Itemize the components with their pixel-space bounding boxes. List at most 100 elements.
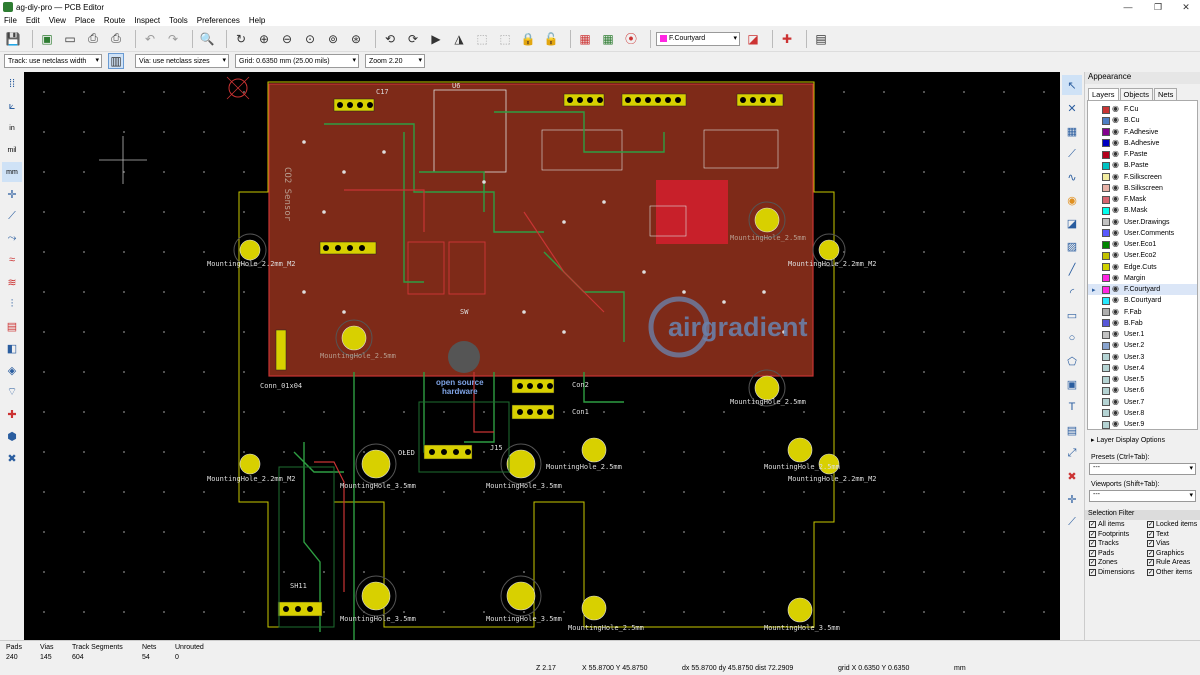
add-image-icon[interactable]: ▣ bbox=[1062, 374, 1082, 394]
layer-color-swatch[interactable] bbox=[1102, 330, 1110, 339]
pcb-canvas[interactable]: U6 C17 CO2 Sensor MountingHole_2.2mm_M2 … bbox=[24, 72, 1060, 640]
layer-color-swatch[interactable] bbox=[1102, 139, 1110, 148]
add-textbox-icon[interactable]: ▤ bbox=[1062, 420, 1082, 440]
menu-file[interactable]: File bbox=[4, 16, 17, 25]
netlist-icon[interactable]: ▦ bbox=[576, 30, 594, 48]
layer-color-swatch[interactable] bbox=[1102, 274, 1110, 283]
eye-icon[interactable]: ◉ bbox=[1112, 183, 1121, 193]
layer-color-swatch[interactable] bbox=[1102, 206, 1110, 215]
layer-color-swatch[interactable] bbox=[1102, 229, 1110, 238]
layer-color-swatch[interactable] bbox=[1102, 364, 1110, 373]
layer-row[interactable]: ◉ Margin bbox=[1088, 273, 1197, 284]
eye-icon[interactable]: ◉ bbox=[1112, 105, 1121, 114]
layer-row[interactable]: ◉ B.Fab bbox=[1088, 318, 1197, 329]
layer-row[interactable]: ▸ ◉ F.Courtyard bbox=[1088, 284, 1197, 296]
menu-inspect[interactable]: Inspect bbox=[134, 16, 160, 25]
delete-icon[interactable]: ✖ bbox=[1062, 466, 1082, 486]
eye-icon[interactable]: ◉ bbox=[1112, 420, 1121, 429]
layer-row[interactable]: ◉ User.4 bbox=[1088, 363, 1197, 374]
filter-checkbox[interactable]: ✓ Other items bbox=[1147, 568, 1200, 578]
add-dimension-icon[interactable]: ⤢ bbox=[1062, 443, 1082, 463]
checkbox-icon[interactable]: ✓ bbox=[1147, 568, 1154, 576]
viewports-select[interactable]: --- ▾ bbox=[1089, 490, 1196, 502]
grid-select[interactable]: Grid: 0.6350 mm (25.00 mils) ▾ bbox=[235, 54, 359, 68]
eye-icon[interactable]: ◉ bbox=[1112, 408, 1121, 418]
measure-icon[interactable]: ⟋ bbox=[1062, 512, 1082, 532]
zoom-fit-icon[interactable]: ⊙ bbox=[301, 30, 319, 48]
add-zone-icon[interactable]: ◪ bbox=[1062, 213, 1082, 233]
via-size-select[interactable]: Via: use netclass sizes ▾ bbox=[135, 54, 229, 68]
checkbox-icon[interactable]: ✓ bbox=[1089, 521, 1096, 529]
layer-row[interactable]: ◉ B.Mask bbox=[1088, 205, 1197, 216]
layer-color-swatch[interactable] bbox=[1102, 173, 1110, 182]
route-diff-pair-icon[interactable]: ∿ bbox=[1062, 167, 1082, 187]
layer-row[interactable]: ◉ User.Drawings bbox=[1088, 217, 1197, 228]
menu-tools[interactable]: Tools bbox=[169, 16, 188, 25]
layer-manager-icon[interactable]: ◈ bbox=[2, 360, 22, 380]
eye-icon[interactable]: ◉ bbox=[1112, 262, 1121, 272]
presets-select[interactable]: --- ▾ bbox=[1089, 463, 1196, 475]
curved-ratsnest-icon[interactable]: ⤳ bbox=[2, 228, 22, 248]
checkbox-icon[interactable]: ✓ bbox=[1089, 559, 1096, 567]
layer-row[interactable]: ◉ F.Cu bbox=[1088, 104, 1197, 115]
layer-color-swatch[interactable] bbox=[1102, 409, 1110, 418]
eye-icon[interactable]: ◉ bbox=[1112, 161, 1121, 170]
eye-icon[interactable]: ◉ bbox=[1112, 251, 1121, 260]
zoom-selection-icon[interactable]: ⊛ bbox=[347, 30, 365, 48]
layer-color-swatch[interactable] bbox=[1102, 341, 1110, 350]
layer-row[interactable]: ◉ User.9 bbox=[1088, 419, 1197, 430]
filter-checkbox[interactable]: ✓ Text bbox=[1147, 530, 1200, 540]
layer-color-swatch[interactable] bbox=[1102, 240, 1110, 249]
eye-icon[interactable]: ◉ bbox=[1112, 330, 1121, 339]
layer-row[interactable]: ◉ User.8 bbox=[1088, 408, 1197, 419]
filter-checkbox[interactable]: ✓ Pads bbox=[1089, 549, 1147, 559]
tab-nets[interactable]: Nets bbox=[1153, 88, 1178, 100]
layer-row[interactable]: ◉ User.7 bbox=[1088, 397, 1197, 408]
checkbox-icon[interactable]: ✓ bbox=[1147, 559, 1154, 567]
save-icon[interactable]: 💾 bbox=[4, 30, 22, 48]
layer-color-swatch[interactable] bbox=[1102, 128, 1110, 137]
checkbox-icon[interactable]: ✓ bbox=[1147, 540, 1154, 548]
eye-icon[interactable]: ◉ bbox=[1112, 240, 1121, 249]
close-icon[interactable]: ✕ bbox=[1168, 0, 1200, 14]
layer-color-swatch[interactable] bbox=[1102, 116, 1110, 125]
local-ratsnest-icon[interactable]: ✕ bbox=[1062, 98, 1082, 118]
polar-coords-icon[interactable]: ⟀ bbox=[2, 96, 22, 116]
layer-select[interactable]: F.Courtyard ▾ bbox=[656, 31, 740, 46]
layer-pair-icon[interactable]: ◪ bbox=[744, 30, 762, 48]
layer-color-swatch[interactable] bbox=[1102, 195, 1110, 204]
eye-icon[interactable]: ◉ bbox=[1112, 307, 1121, 317]
menu-place[interactable]: Place bbox=[75, 16, 95, 25]
checkbox-icon[interactable]: ✓ bbox=[1147, 549, 1154, 557]
cursor-icon[interactable]: ✛ bbox=[2, 184, 22, 204]
layer-color-swatch[interactable] bbox=[1102, 161, 1110, 170]
track-outline-icon[interactable]: ≈ bbox=[2, 250, 22, 270]
menu-help[interactable]: Help bbox=[249, 16, 265, 25]
plot-icon[interactable]: ⎙ bbox=[107, 30, 125, 48]
layer-row[interactable]: ◉ F.Silkscreen bbox=[1088, 172, 1197, 183]
layer-row[interactable]: ◉ Edge.Cuts bbox=[1088, 262, 1197, 273]
layer-row[interactable]: ◉ B.Adhesive bbox=[1088, 138, 1197, 149]
eye-icon[interactable]: ◉ bbox=[1112, 217, 1121, 227]
layer-color-swatch[interactable] bbox=[1102, 184, 1110, 193]
redo-icon[interactable]: ↷ bbox=[164, 30, 182, 48]
layer-row[interactable]: ◉ F.Adhesive bbox=[1088, 127, 1197, 138]
zoom-in-icon[interactable]: ⊕ bbox=[255, 30, 273, 48]
draw-circle-icon[interactable]: ○ bbox=[1062, 328, 1082, 348]
group-icon[interactable]: ⬚ bbox=[473, 30, 491, 48]
menu-view[interactable]: View bbox=[49, 16, 66, 25]
layer-row[interactable]: ◉ User.1 bbox=[1088, 329, 1197, 340]
high-contrast-icon[interactable]: ▤ bbox=[2, 316, 22, 336]
filter-checkbox[interactable]: ✓ Locked items bbox=[1147, 520, 1200, 530]
mirror-icon[interactable]: ◮ bbox=[450, 30, 468, 48]
filter-checkbox[interactable]: ✓ Rule Areas bbox=[1147, 558, 1200, 568]
rotate-ccw-icon[interactable]: ⟲ bbox=[381, 30, 399, 48]
draw-rectangle-icon[interactable]: ▭ bbox=[1062, 305, 1082, 325]
layer-color-swatch[interactable] bbox=[1102, 353, 1110, 362]
eye-icon[interactable]: ◉ bbox=[1112, 386, 1121, 395]
layer-display-options[interactable]: ▸ Layer Display Options bbox=[1085, 436, 1200, 444]
menu-edit[interactable]: Edit bbox=[26, 16, 40, 25]
track-width-select[interactable]: Track: use netclass width ▾ bbox=[4, 54, 102, 68]
filter-checkbox[interactable]: ✓ Dimensions bbox=[1089, 568, 1147, 578]
board-setup-icon[interactable]: ▣ bbox=[38, 30, 56, 48]
